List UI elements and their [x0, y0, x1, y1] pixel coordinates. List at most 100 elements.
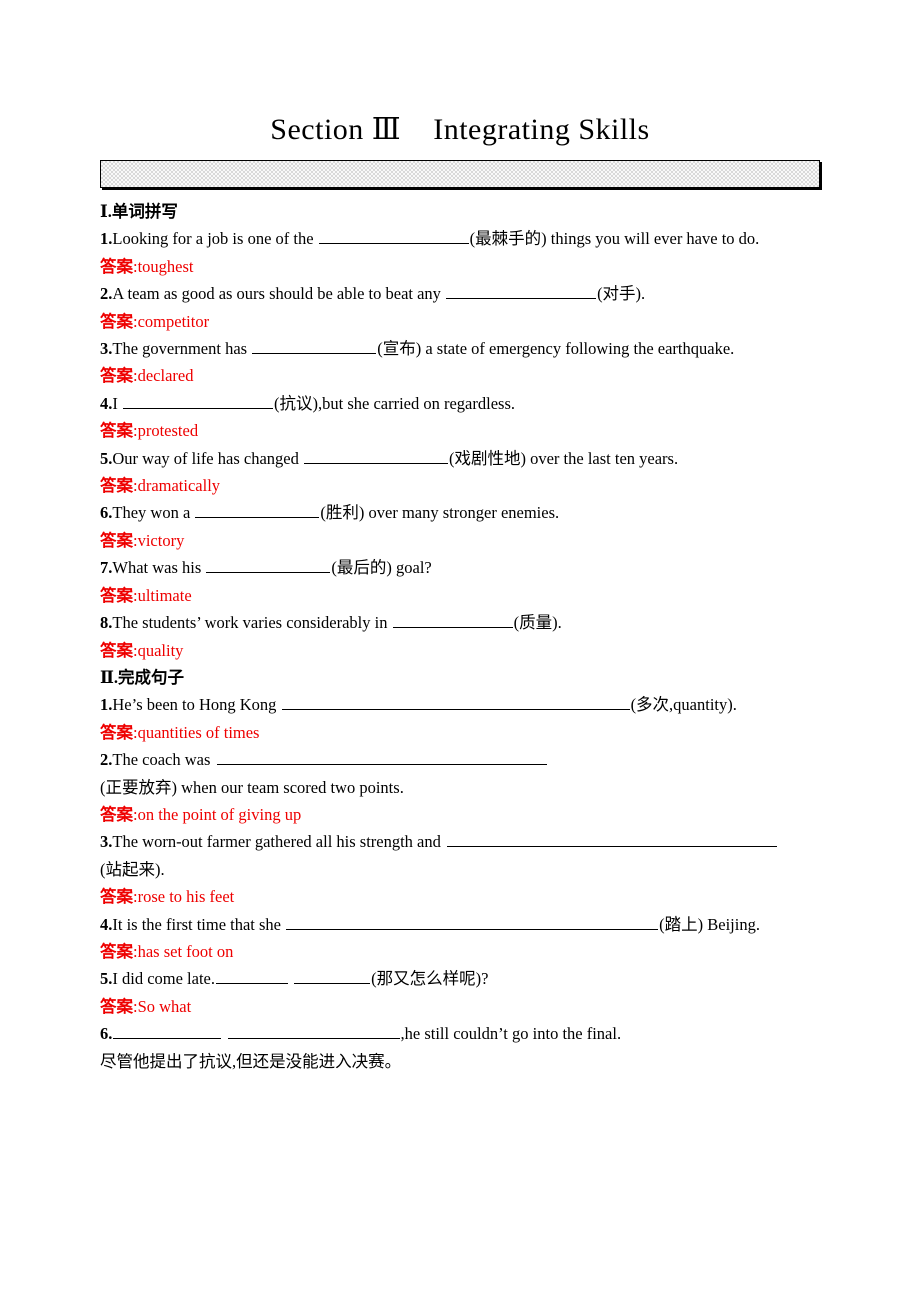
answer-line: 答案:So what	[100, 993, 820, 1020]
answer-blank[interactable]	[392, 611, 513, 629]
answer-line: 答案:competitor	[100, 308, 820, 335]
answer-line: 答案:declared	[100, 362, 820, 389]
question-text-after-blank: (正要放弃) when our team scored two points.	[100, 777, 404, 797]
question-item: 4.It is the first time that she (踏上) Bei…	[100, 911, 820, 938]
answer-label: 答案	[100, 421, 133, 441]
answer-text: :So what	[133, 996, 192, 1016]
question-item: 4.I (抗议),but she carried on regardless.	[100, 390, 820, 417]
question-text-after-blank: (胜利) over many stronger enemies.	[320, 503, 560, 523]
question-text-before-blank: Our way of life has changed	[112, 448, 303, 468]
question-number: 1.	[100, 695, 113, 715]
question-text-before-blank: It is the first time that she	[112, 914, 286, 934]
answer-label: 答案	[100, 804, 133, 824]
question-number: 4.	[100, 914, 113, 934]
answer-label: 答案	[100, 311, 133, 331]
question-text-after-blank: (最后的) goal?	[331, 558, 432, 578]
question-text-after-blank: (对手).	[597, 284, 646, 304]
answer-label: 答案	[100, 722, 133, 742]
answer-label: 答案	[100, 996, 133, 1016]
section-banner-bar	[100, 160, 820, 188]
answer-text: :victory	[133, 530, 185, 550]
question-text-before-blank: He’s been to Hong Kong	[112, 695, 281, 715]
answer-line: 答案:has set foot on	[100, 938, 820, 965]
answer-blank[interactable]	[286, 913, 659, 930]
answer-blank[interactable]	[318, 228, 469, 245]
question-text-after-blank: ,he still couldn’t go into the final.	[400, 1024, 622, 1044]
answer-line: 答案:dramatically	[100, 472, 820, 499]
answer-text: :quality	[133, 640, 184, 660]
question-number: 7.	[100, 558, 113, 578]
answer-blank-second[interactable]	[227, 1023, 400, 1040]
answer-blank[interactable]	[195, 502, 320, 519]
question-text-after-blank: (多次,quantity).	[630, 695, 737, 715]
answer-label: 答案	[100, 366, 133, 386]
answer-line: 答案:quality	[100, 637, 820, 664]
question-item: 7.What was his (最后的) goal?	[100, 554, 820, 581]
answer-text: :dramatically	[133, 476, 221, 496]
question-item: 6.They won a (胜利) over many stronger ene…	[100, 499, 820, 526]
answer-blank[interactable]	[281, 694, 630, 711]
question-text-after-blank: (抗议),but she carried on regardless.	[274, 393, 515, 413]
answer-text: :quantities of times	[133, 722, 260, 742]
question-number: 5.	[100, 969, 113, 989]
answer-blank[interactable]	[216, 748, 547, 766]
question-number: 4.	[100, 393, 113, 413]
question-text-before-blank: The worn-out farmer gathered all his str…	[112, 832, 446, 852]
question-text-after-blank: (戏剧性地) over the last ten years.	[448, 448, 679, 468]
question-item: 5.I did come late. (那又怎么样呢)?	[100, 965, 820, 992]
answer-line: 答案:protested	[100, 417, 820, 444]
answer-line: 答案:toughest	[100, 253, 820, 280]
question-text-after-blank: (踏上) Beijing.	[659, 914, 760, 934]
question-text-before-blank: The coach was	[112, 750, 215, 770]
answer-label: 答案	[100, 640, 133, 660]
answer-blank[interactable]	[252, 337, 377, 355]
question-number: 3.	[100, 832, 113, 852]
answer-label: 答案	[100, 530, 133, 550]
answer-blank[interactable]	[113, 1023, 222, 1040]
exercise-content: Ⅰ.单词拼写 1.Looking for a job is one of the …	[100, 198, 820, 1075]
answer-blank-second[interactable]	[294, 968, 371, 985]
question-number: 2.	[100, 284, 113, 304]
answer-blank[interactable]	[216, 968, 289, 985]
question-item: 5.Our way of life has changed (戏剧性地) ove…	[100, 445, 820, 472]
answer-line: 答案:on the point of giving up	[100, 801, 820, 828]
answer-line: 答案:victory	[100, 527, 820, 554]
page-title: Section Ⅲ Integrating Skills	[270, 113, 650, 146]
question-translation-note: 尽管他提出了抗议,但还是没能进入决赛。	[100, 1051, 402, 1071]
question-number: 6.	[100, 503, 113, 523]
answer-text: :on the point of giving up	[133, 804, 302, 824]
question-text-before-blank: Looking for a job is one of the	[112, 229, 318, 249]
question-text-before-blank: They won a	[112, 503, 195, 523]
question-text-before-blank: The government has	[112, 339, 252, 359]
answer-label: 答案	[100, 887, 133, 907]
answer-text: :competitor	[133, 311, 210, 331]
answer-blank[interactable]	[206, 557, 331, 574]
worksheet-page: Section Ⅲ Integrating Skills Ⅰ.单词拼写 1.Loo…	[0, 0, 920, 1302]
question-item: 3.The government has (宣布) a state of eme…	[100, 335, 820, 362]
question-text-after-blank: (最棘手的) things you will ever have to do.	[469, 229, 760, 249]
answer-blank[interactable]	[303, 447, 448, 464]
question-text-before-blank: I did come late.	[112, 969, 216, 989]
answer-blank[interactable]	[446, 283, 597, 300]
answer-line: 答案:ultimate	[100, 582, 820, 609]
answer-text: :rose to his feet	[133, 887, 235, 907]
question-text-before-blank: A team as good as ours should be able to…	[112, 284, 446, 304]
answer-blank[interactable]	[447, 831, 778, 848]
question-item: 2.The coach was (正要放弃) when our team sco…	[100, 746, 820, 801]
question-number: 2.	[100, 750, 113, 770]
question-text-before-blank: The students’ work varies considerably i…	[112, 613, 392, 633]
answer-label: 答案	[100, 256, 133, 276]
section-heading: Ⅰ.单词拼写	[100, 202, 178, 221]
question-item: 1.Looking for a job is one of the (最棘手的)…	[100, 225, 820, 252]
answer-label: 答案	[100, 941, 133, 961]
answer-blank[interactable]	[123, 392, 273, 409]
section-heading: Ⅱ.完成句子	[100, 667, 185, 687]
question-number: 6.	[100, 1024, 113, 1044]
answer-text: :toughest	[133, 256, 194, 276]
question-text-after-blank: (那又怎么样呢)?	[371, 969, 489, 989]
question-text-after-blank: (站起来).	[100, 859, 165, 879]
answer-line: 答案:rose to his feet	[100, 883, 820, 910]
answer-text: :declared	[133, 366, 194, 386]
answer-text: :has set foot on	[133, 941, 234, 961]
answer-label: 答案	[100, 585, 133, 605]
